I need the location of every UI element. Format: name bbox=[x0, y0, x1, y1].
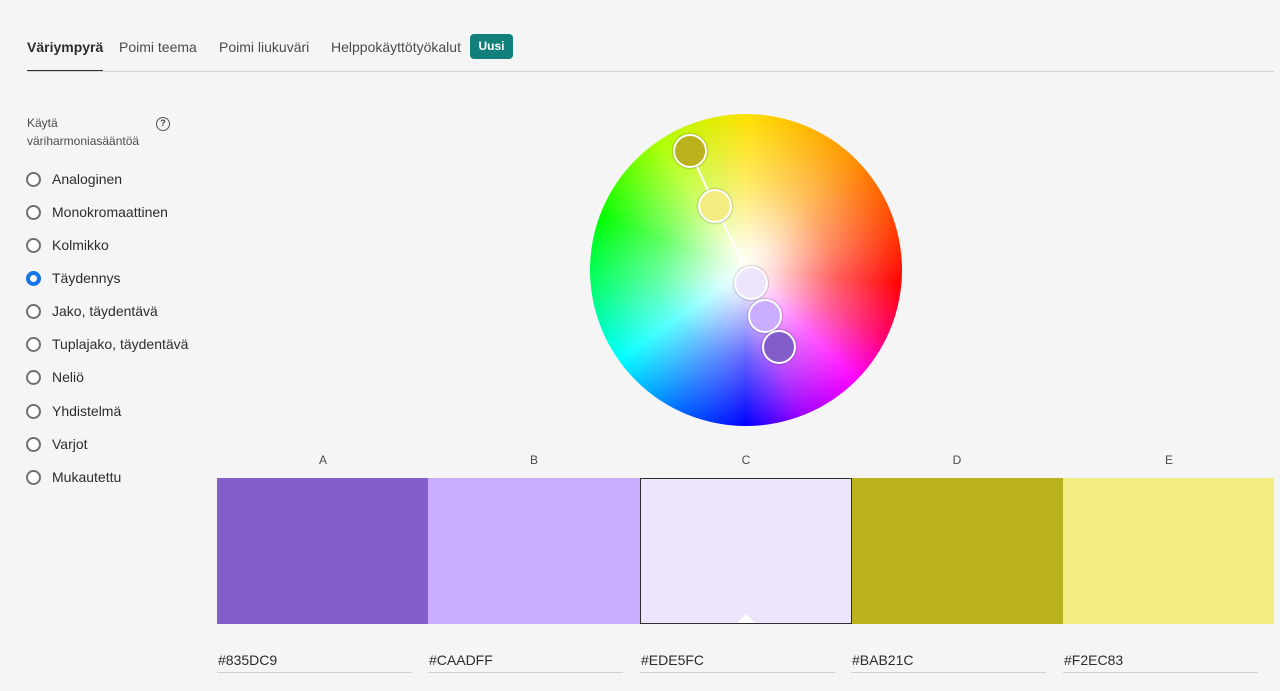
rule-complementary[interactable]: Täydennys bbox=[26, 265, 120, 291]
radio-button[interactable] bbox=[26, 204, 41, 220]
color-handle-c[interactable] bbox=[734, 266, 768, 300]
selected-caret-icon bbox=[737, 614, 755, 623]
rule-label: Neliö bbox=[52, 369, 84, 385]
rule-square[interactable]: Neliö bbox=[26, 364, 84, 390]
rule-label: Mukautettu bbox=[52, 469, 122, 485]
tab-color-wheel[interactable]: Väriympyrä bbox=[27, 26, 104, 72]
rule-split-complementary[interactable]: Jako, täydentävä bbox=[26, 298, 158, 324]
rule-analogous[interactable]: Analoginen bbox=[26, 166, 122, 192]
rule-double-split-complementary[interactable]: Tuplajako, täydentävä bbox=[26, 331, 188, 357]
hex-input-b[interactable] bbox=[428, 648, 623, 673]
radio-button[interactable] bbox=[26, 237, 41, 253]
hex-input-e[interactable] bbox=[1063, 648, 1258, 673]
color-swatch-a[interactable] bbox=[217, 478, 428, 624]
rule-label: Yhdistelmä bbox=[52, 403, 122, 419]
rule-label: Jako, täydentävä bbox=[52, 303, 158, 319]
rule-monochromatic[interactable]: Monokromaattinen bbox=[26, 199, 168, 225]
color-handle-e[interactable] bbox=[698, 189, 732, 223]
tab-divider bbox=[27, 71, 1274, 72]
rule-custom[interactable]: Mukautettu bbox=[26, 464, 121, 490]
tab-extract-gradient[interactable]: Poimi liukuväri bbox=[219, 26, 309, 72]
color-swatch-d[interactable] bbox=[852, 478, 1063, 624]
rule-label: Monokromaattinen bbox=[52, 204, 168, 220]
hex-input-d[interactable] bbox=[851, 648, 1046, 673]
radio-button[interactable] bbox=[26, 303, 41, 319]
radio-button[interactable] bbox=[26, 403, 41, 419]
radio-button-checked[interactable] bbox=[26, 270, 41, 286]
radio-button[interactable] bbox=[26, 336, 41, 352]
radio-button[interactable] bbox=[26, 436, 41, 452]
rule-label: Analoginen bbox=[52, 171, 123, 187]
rule-shades[interactable]: Varjot bbox=[26, 431, 88, 457]
color-handle-d[interactable] bbox=[673, 134, 707, 168]
tab-bar: Väriympyrä Poimi teema Poimi liukuväri H… bbox=[27, 26, 1280, 72]
tab-extract-theme[interactable]: Poimi teema bbox=[119, 26, 197, 72]
tab-accessibility-tools[interactable]: Helppokäyttötyökalut bbox=[331, 26, 461, 72]
color-handle-a[interactable] bbox=[762, 330, 796, 364]
rule-label: Kolmikko bbox=[52, 237, 109, 253]
swatch-letter: E bbox=[1164, 453, 1173, 467]
radio-button[interactable] bbox=[26, 369, 41, 385]
swatch-letter: C bbox=[741, 453, 751, 467]
swatch-letter: A bbox=[318, 453, 327, 467]
harmony-rule-title: Käytä väriharmoniasääntöä bbox=[27, 116, 140, 148]
swatch-letter: D bbox=[952, 453, 962, 467]
color-swatch-e[interactable] bbox=[1063, 478, 1274, 624]
hex-input-a[interactable] bbox=[217, 648, 412, 673]
rule-label: Varjot bbox=[52, 436, 88, 452]
radio-button[interactable] bbox=[26, 171, 41, 187]
radio-button[interactable] bbox=[26, 469, 41, 485]
new-badge: Uusi bbox=[470, 34, 513, 59]
hex-input-c[interactable] bbox=[640, 648, 835, 673]
rule-triad[interactable]: Kolmikko bbox=[26, 232, 109, 258]
help-icon[interactable]: ? bbox=[156, 117, 170, 131]
swatch-letter: B bbox=[529, 453, 538, 467]
color-wheel[interactable] bbox=[590, 114, 902, 426]
rule-compound[interactable]: Yhdistelmä bbox=[26, 398, 121, 424]
rule-label: Täydennys bbox=[52, 270, 121, 286]
color-swatch-c[interactable] bbox=[640, 478, 852, 624]
rule-label: Tuplajako, täydentävä bbox=[52, 336, 189, 352]
color-swatch-b[interactable] bbox=[428, 478, 640, 624]
color-handle-b[interactable] bbox=[748, 299, 782, 333]
